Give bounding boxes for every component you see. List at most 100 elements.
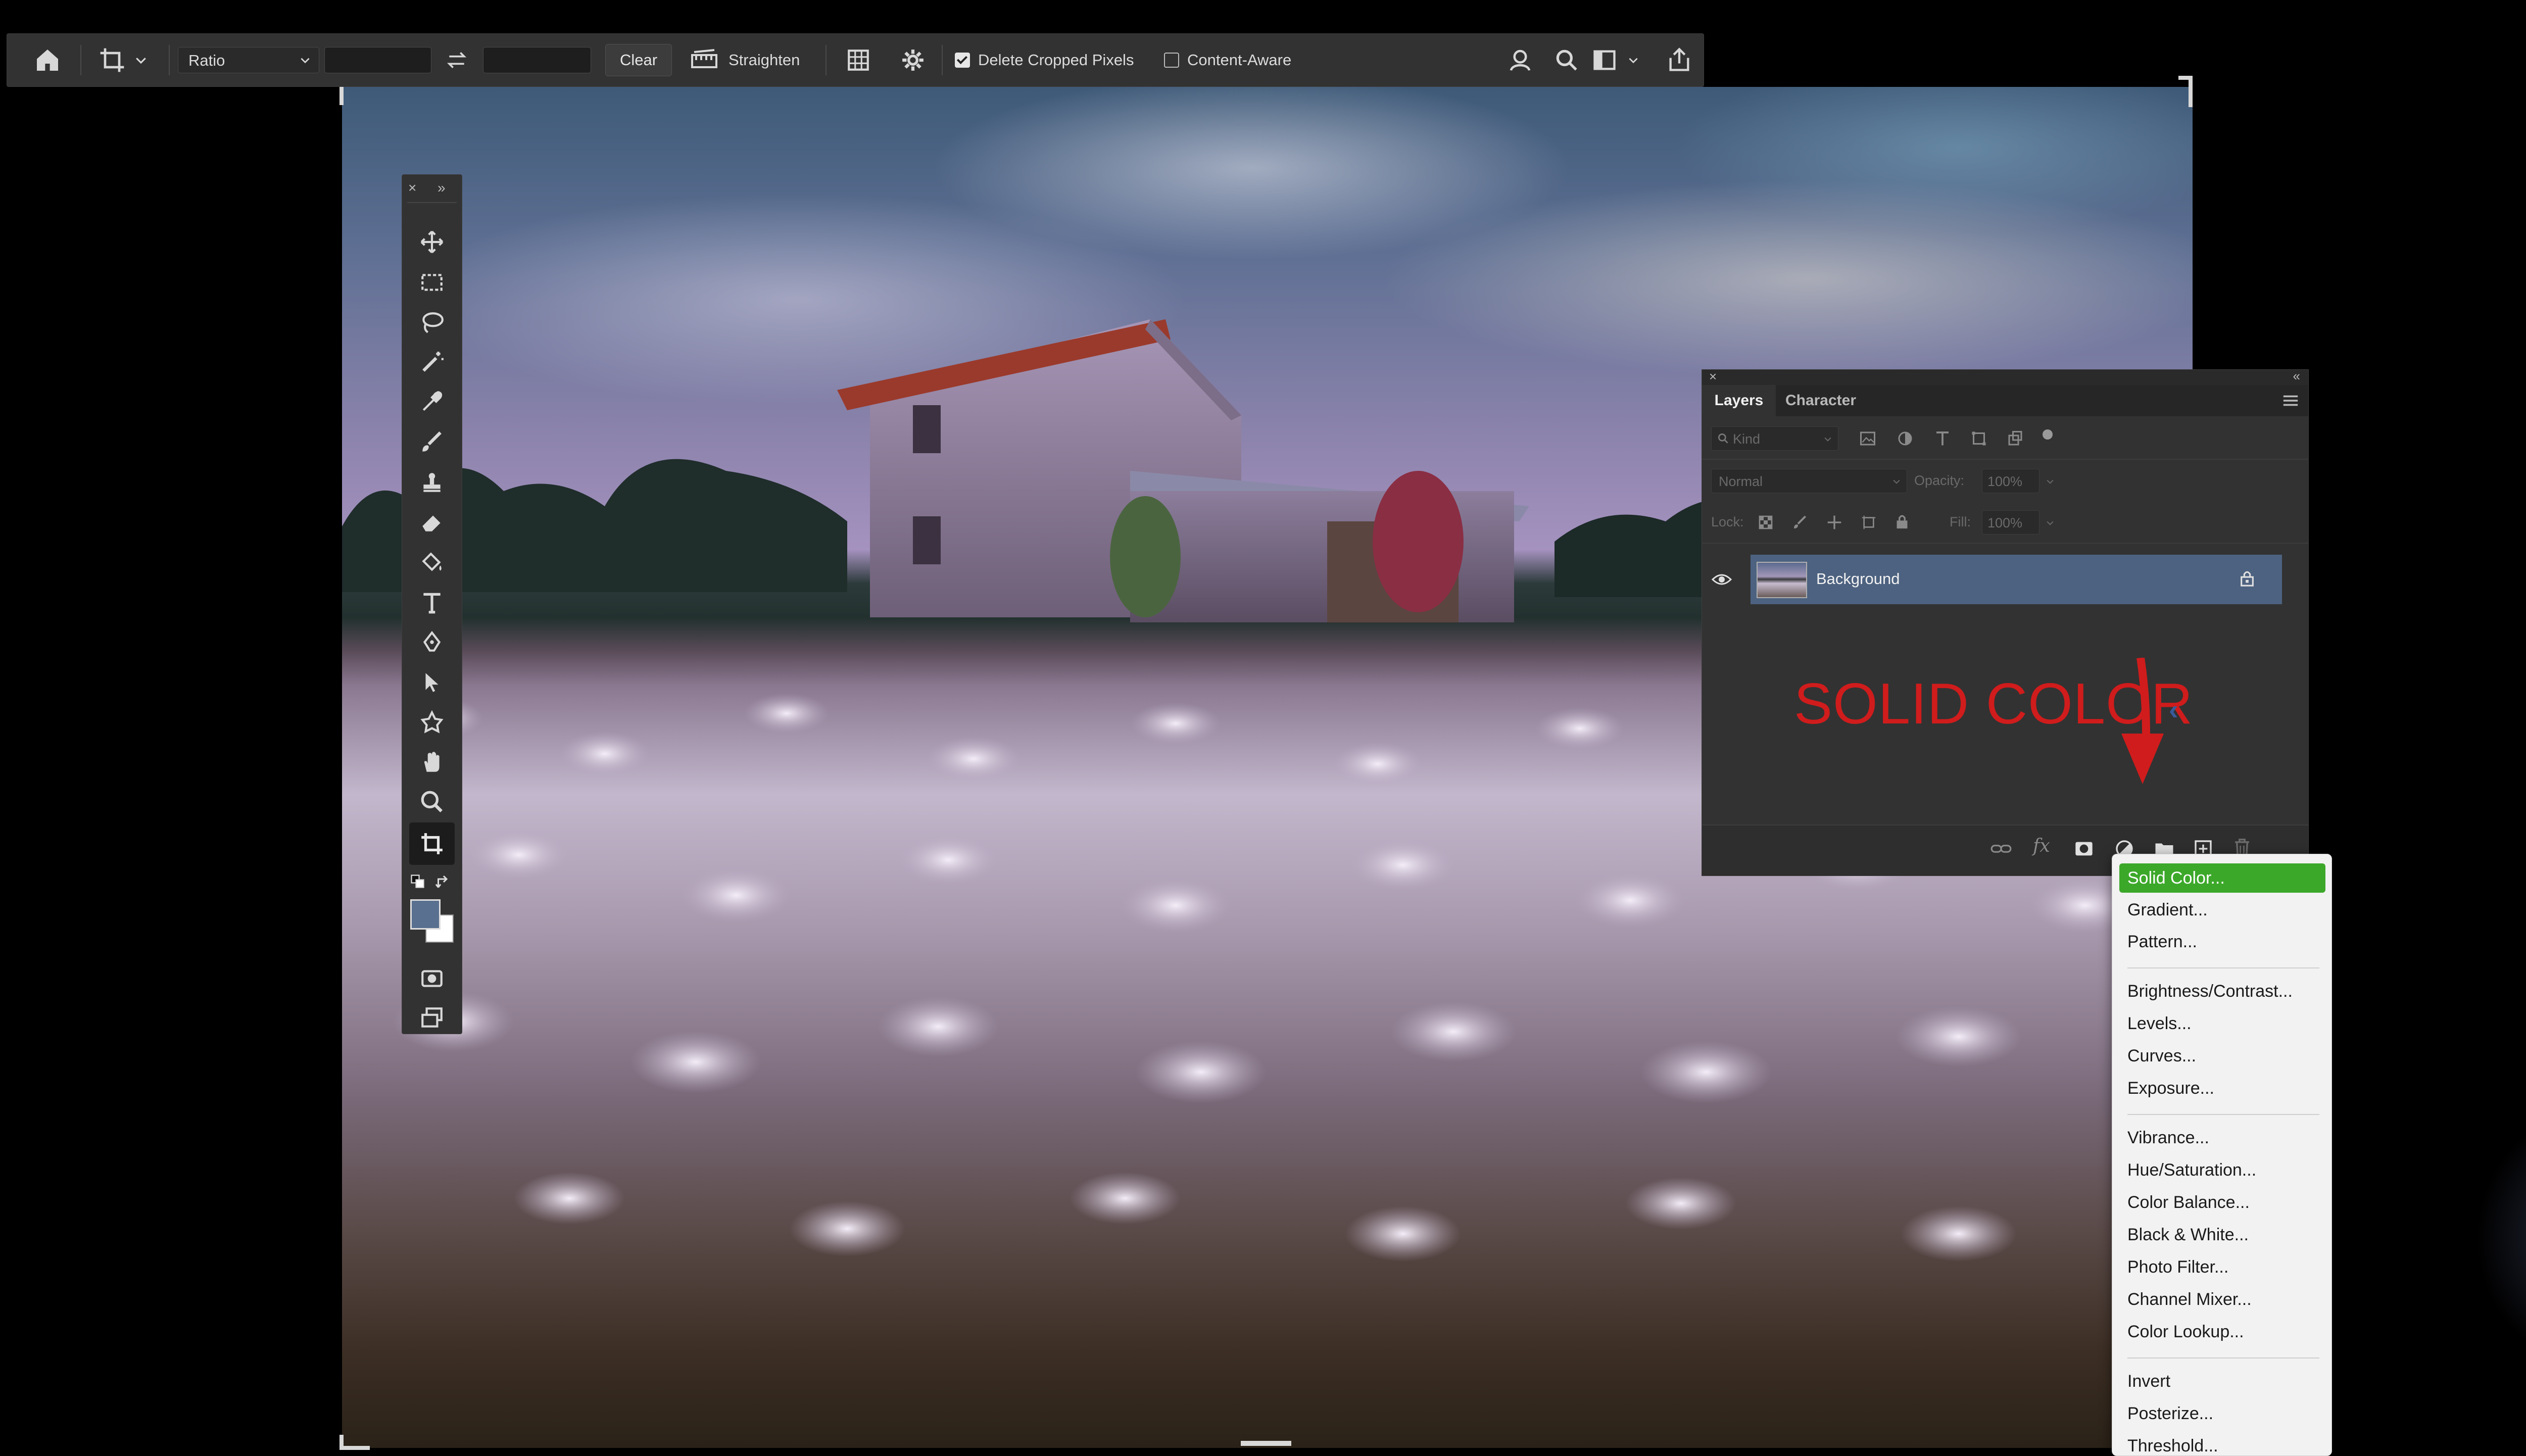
chevron-down-icon xyxy=(1893,479,1900,484)
panel-menu-icon[interactable] xyxy=(2282,394,2299,407)
panel-title-bar: × « xyxy=(1702,368,2308,385)
close-icon[interactable]: × xyxy=(1709,369,1717,384)
fill-input[interactable]: 100% xyxy=(1982,510,2054,535)
menu-item-threshold[interactable]: Threshold... xyxy=(2127,1436,2218,1456)
lock-artboard-icon[interactable] xyxy=(1861,514,1877,530)
path-selection-icon[interactable] xyxy=(419,670,445,695)
chevron-down-icon[interactable] xyxy=(2045,518,2055,528)
type-layer-filter-icon[interactable] xyxy=(1933,429,1952,448)
zoom-tool-icon[interactable] xyxy=(419,789,445,814)
move-tool-icon[interactable] xyxy=(419,229,445,255)
gear-icon[interactable] xyxy=(900,34,926,86)
layer-lock-icon[interactable] xyxy=(2239,569,2256,588)
pixel-layer-filter-icon[interactable] xyxy=(1859,429,1877,448)
crop-tool-button[interactable] xyxy=(409,822,455,865)
crop-handle-top-left[interactable] xyxy=(339,87,344,105)
menu-item-levels[interactable]: Levels... xyxy=(2127,1014,2192,1034)
menu-item-color-balance[interactable]: Color Balance... xyxy=(2127,1193,2250,1212)
crop-handle-top-right-v[interactable] xyxy=(2189,76,2193,107)
hand-tool-icon[interactable] xyxy=(419,750,445,775)
rectangular-marquee-icon[interactable] xyxy=(419,270,445,295)
content-aware-checkbox[interactable]: Content-Aware xyxy=(1164,34,1291,86)
screen-mode-icon[interactable] xyxy=(419,1005,445,1031)
home-icon[interactable] xyxy=(33,34,62,86)
straighten-button[interactable]: Straighten xyxy=(690,34,800,86)
lock-transparent-pixels-icon[interactable] xyxy=(1758,514,1774,530)
search-icon[interactable] xyxy=(1554,34,1579,86)
quick-mask-icon[interactable] xyxy=(419,966,445,991)
default-colors-icon[interactable] xyxy=(409,873,427,891)
lasso-icon[interactable] xyxy=(419,310,445,335)
delete-cropped-pixels-checkbox[interactable]: Delete Cropped Pixels xyxy=(955,34,1134,86)
lock-image-pixels-icon[interactable] xyxy=(1792,514,1808,530)
menu-divider xyxy=(2127,1114,2319,1115)
menu-item-posterize[interactable]: Posterize... xyxy=(2127,1404,2213,1424)
blend-mode-row: Normal Opacity: 100% xyxy=(1702,466,2308,496)
menu-divider xyxy=(2127,967,2319,968)
custom-shape-icon[interactable] xyxy=(419,709,445,735)
menu-item-curves[interactable]: Curves... xyxy=(2127,1046,2196,1066)
clear-button[interactable]: Clear xyxy=(605,44,672,76)
crop-width-input[interactable] xyxy=(324,47,431,73)
lock-all-icon[interactable] xyxy=(1894,513,1910,530)
chevron-down-icon[interactable] xyxy=(2045,476,2055,487)
workspace-icon[interactable] xyxy=(1591,34,1640,86)
layer-style-fx-icon[interactable]: fx xyxy=(2033,836,2050,856)
share-icon[interactable] xyxy=(1666,34,1692,86)
adjustment-layer-menu: Solid Color... Gradient... Pattern... Br… xyxy=(2112,854,2332,1456)
clone-stamp-icon[interactable] xyxy=(419,470,445,495)
crop-handle-bottom-left-h[interactable] xyxy=(339,1446,370,1450)
eraser-icon[interactable] xyxy=(419,509,445,535)
shape-layer-filter-icon[interactable] xyxy=(1970,429,1988,448)
opacity-label: Opacity: xyxy=(1914,473,1965,488)
overlay-grid-icon[interactable] xyxy=(846,34,871,86)
menu-item-hue-saturation[interactable]: Hue/Saturation... xyxy=(2127,1160,2256,1180)
close-icon[interactable]: × xyxy=(408,180,416,196)
swap-dimensions-icon[interactable] xyxy=(446,34,468,86)
blend-mode-dropdown[interactable]: Normal xyxy=(1711,469,1907,493)
delete-cropped-pixels-label: Delete Cropped Pixels xyxy=(978,51,1134,69)
layer-row-highlight: Background xyxy=(1751,555,2282,604)
smart-object-filter-icon[interactable] xyxy=(2006,429,2024,448)
expand-panel-icon[interactable]: » xyxy=(438,180,446,196)
menu-item-black-white[interactable]: Black & White... xyxy=(2127,1225,2249,1245)
menu-item-photo-filter[interactable]: Photo Filter... xyxy=(2127,1257,2228,1277)
add-mask-icon[interactable] xyxy=(2074,839,2094,859)
brush-icon[interactable] xyxy=(419,429,445,455)
pen-tool-icon[interactable] xyxy=(419,629,445,655)
swap-colors-icon[interactable] xyxy=(434,873,453,891)
layer-row-background[interactable]: Background xyxy=(1702,555,2282,604)
menu-item-channel-mixer[interactable]: Channel Mixer... xyxy=(2127,1290,2252,1309)
eyedropper-icon[interactable] xyxy=(419,389,445,414)
paint-bucket-icon[interactable] xyxy=(419,550,445,575)
menu-item-solid-color[interactable]: Solid Color... xyxy=(2127,868,2225,888)
menu-item-exposure[interactable]: Exposure... xyxy=(2127,1079,2214,1098)
tab-character[interactable]: Character xyxy=(1776,385,1866,416)
magic-wand-icon[interactable] xyxy=(419,350,445,375)
content-aware-label: Content-Aware xyxy=(1187,51,1292,69)
link-layers-icon[interactable] xyxy=(1990,840,2012,858)
ratio-dropdown[interactable]: Ratio xyxy=(178,47,319,73)
crop-height-input[interactable] xyxy=(483,47,591,73)
opacity-input[interactable]: 100% xyxy=(1982,469,2054,493)
type-tool-icon[interactable] xyxy=(419,590,445,615)
user-icon[interactable] xyxy=(1507,34,1534,86)
background-glow xyxy=(2475,1111,2526,1364)
eye-visibility-icon[interactable] xyxy=(1711,571,1732,588)
collapse-panel-icon[interactable]: « xyxy=(2293,368,2300,384)
menu-item-invert[interactable]: Invert xyxy=(2127,1372,2170,1391)
chevron-left-icon: ‹ xyxy=(2169,694,2178,725)
filter-toggle-icon[interactable] xyxy=(2043,429,2053,440)
menu-item-color-lookup[interactable]: Color Lookup... xyxy=(2127,1322,2244,1342)
adjustment-layer-filter-icon[interactable] xyxy=(1896,429,1914,448)
tab-layers[interactable]: Layers xyxy=(1702,385,1776,416)
filter-kind-dropdown[interactable]: Kind xyxy=(1711,426,1838,451)
menu-item-vibrance[interactable]: Vibrance... xyxy=(2127,1128,2209,1148)
crop-handle-bottom-middle[interactable] xyxy=(1241,1441,1291,1446)
menu-item-pattern[interactable]: Pattern... xyxy=(2127,932,2197,952)
foreground-color-swatch[interactable] xyxy=(410,899,441,930)
lock-position-icon[interactable] xyxy=(1826,514,1842,530)
menu-item-gradient[interactable]: Gradient... xyxy=(2127,900,2208,920)
crop-tool-preset-icon[interactable] xyxy=(98,34,149,86)
menu-item-brightness-contrast[interactable]: Brightness/Contrast... xyxy=(2127,982,2293,1001)
